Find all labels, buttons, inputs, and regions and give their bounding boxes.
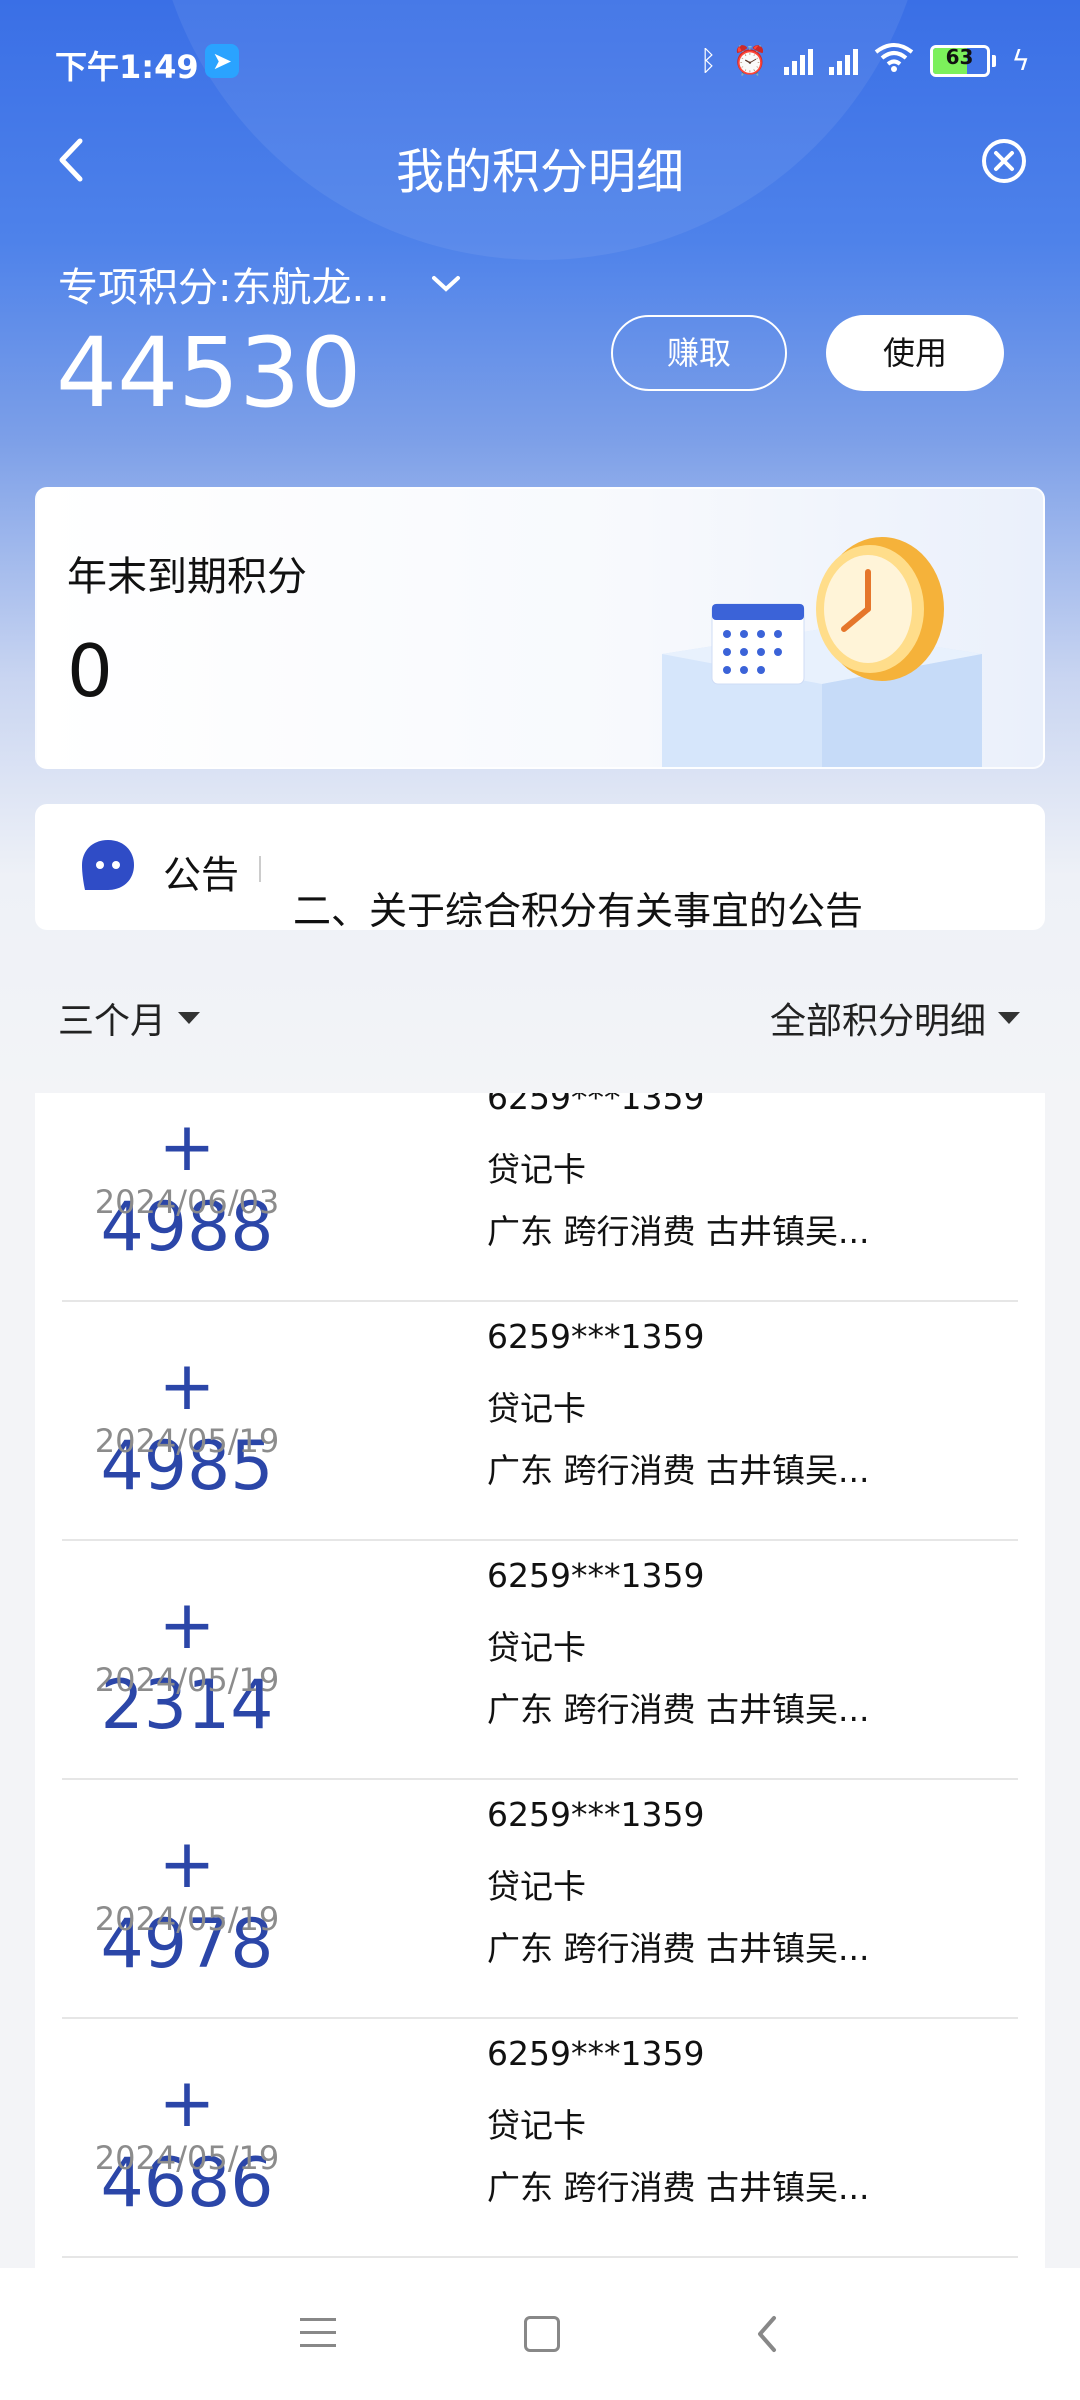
earn-button[interactable]: 赚取 — [611, 315, 787, 391]
record-card-number: 6259***1359 — [487, 1317, 705, 1356]
app-notification-icon: ➤ — [205, 44, 239, 78]
signal-icon — [828, 47, 858, 75]
list-item[interactable]: + 4686 2024/05/19 6259***1359 贷记卡 广东 跨行消… — [62, 2019, 1018, 2258]
record-card-type: 贷记卡 — [487, 1150, 586, 1189]
record-description: 广东 跨行消费 古井镇吴... — [487, 1929, 870, 1968]
chevron-down-icon — [431, 276, 460, 292]
calendar-clock-illustration — [662, 537, 982, 767]
bluetooth-icon: ᛒ — [699, 44, 717, 77]
record-card-number: 6259***1359 — [487, 1093, 705, 1117]
record-date: 2024/05/19 — [94, 1422, 280, 1460]
expiring-points-card: 年末到期积分 0 — [35, 487, 1045, 769]
record-card-number: 6259***1359 — [487, 2034, 705, 2073]
record-description: 广东 跨行消费 古井镇吴... — [487, 1451, 870, 1490]
wifi-icon — [874, 42, 914, 79]
page-title: 我的积分明细 — [395, 144, 684, 200]
record-date: 2024/05/19 — [94, 1661, 280, 1699]
status-time: 下午1:49 — [55, 48, 199, 86]
notice-text: 二、关于综合积分有关事宜的公告 — [293, 889, 864, 930]
signal-hd-icon — [783, 47, 813, 75]
record-date: 2024/05/19 — [94, 1900, 280, 1938]
close-button[interactable] — [978, 135, 1030, 187]
list-item[interactable]: + 4988 2024/06/03 6259***1359 贷记卡 广东 跨行消… — [62, 1093, 1018, 1302]
system-back-button[interactable] — [752, 2312, 782, 2356]
close-circle-icon — [982, 139, 1026, 183]
use-button[interactable]: 使用 — [826, 315, 1004, 391]
category-filter[interactable]: 全部积分明细 — [770, 992, 1020, 1044]
period-filter-label: 三个月 — [58, 1001, 167, 1042]
account-label: 专项积分:东航龙... — [58, 265, 390, 311]
notice-divider — [259, 856, 261, 882]
period-filter[interactable]: 三个月 — [58, 992, 201, 1044]
points-record-list[interactable]: + 4988 2024/06/03 6259***1359 贷记卡 广东 跨行消… — [35, 1093, 1045, 2273]
chat-bubble-icon — [82, 840, 134, 890]
charging-icon: ϟ — [1011, 44, 1030, 77]
record-description: 广东 跨行消费 古井镇吴... — [487, 1690, 870, 1729]
expiring-points-value: 0 — [67, 629, 113, 713]
record-description: 广东 跨行消费 古井镇吴... — [487, 1212, 870, 1251]
caret-down-icon — [998, 1012, 1020, 1024]
record-description: 广东 跨行消费 古井镇吴... — [487, 2168, 870, 2207]
system-navigation-bar — [0, 2268, 1080, 2400]
battery-icon: 63 — [929, 44, 996, 77]
alarm-icon: ⏰ — [732, 44, 768, 77]
notice-bar[interactable]: 公告 二、关于综合积分有关事宜的公告 — [35, 804, 1045, 930]
list-item[interactable]: + 4978 2024/05/19 6259***1359 贷记卡 广东 跨行消… — [62, 1780, 1018, 2019]
expiring-points-label: 年末到期积分 — [67, 554, 307, 600]
record-date: 2024/06/03 — [94, 1183, 280, 1221]
notice-label: 公告 — [163, 853, 240, 897]
points-balance: 44530 — [56, 317, 362, 429]
list-item[interactable]: + 2314 2024/05/19 6259***1359 贷记卡 广东 跨行消… — [62, 1541, 1018, 1780]
record-date: 2024/05/19 — [94, 2139, 280, 2177]
recent-apps-button[interactable] — [300, 2318, 336, 2352]
battery-level: 63 — [945, 44, 974, 69]
record-card-type: 贷记卡 — [487, 1628, 586, 1667]
list-item[interactable]: + 4985 2024/05/19 6259***1359 贷记卡 广东 跨行消… — [62, 1302, 1018, 1541]
status-icons: ᛒ ⏰ 63 ϟ — [700, 42, 1030, 79]
category-filter-label: 全部积分明细 — [769, 1001, 986, 1042]
record-card-number: 6259***1359 — [487, 1795, 705, 1834]
record-card-type: 贷记卡 — [487, 2106, 586, 2145]
status-bar: 下午1:49 ➤ ᛒ ⏰ 63 ϟ — [55, 38, 1030, 88]
account-selector[interactable]: 专项积分:东航龙... — [58, 255, 462, 313]
home-button[interactable] — [524, 2316, 560, 2352]
record-card-number: 6259***1359 — [487, 1556, 705, 1595]
record-card-type: 贷记卡 — [487, 1867, 586, 1906]
record-card-type: 贷记卡 — [487, 1389, 586, 1428]
caret-down-icon — [178, 1012, 201, 1024]
